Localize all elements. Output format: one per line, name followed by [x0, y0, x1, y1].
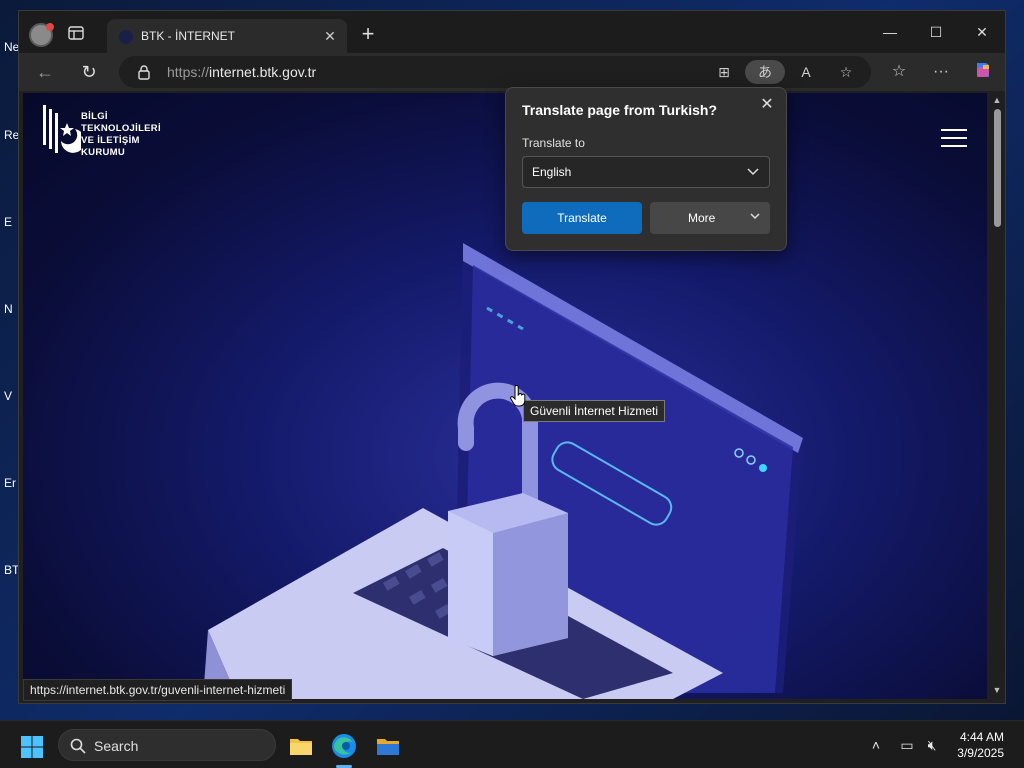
minimize-button[interactable]: —: [867, 17, 913, 47]
hand-cursor-icon: [510, 385, 526, 407]
favorite-star-icon[interactable]: ☆: [833, 60, 859, 84]
clock-date: 3/9/2025: [957, 746, 1004, 760]
folder-app-icon[interactable]: [371, 729, 405, 763]
hamburger-menu-icon[interactable]: [941, 129, 967, 149]
volume-muted-icon[interactable]: 🔇︎: [922, 735, 942, 755]
url-host: internet.btk.gov.tr: [209, 64, 317, 80]
taskbar: Search ˄ ▭ 🔇︎ 4:44 AM 3/9/2025: [0, 720, 1024, 768]
popup-close-icon[interactable]: ✕: [758, 96, 776, 114]
file-explorer-icon[interactable]: [284, 729, 318, 763]
taskbar-search[interactable]: Search: [58, 729, 276, 761]
more-menu-icon[interactable]: ···: [927, 59, 955, 85]
browser-window: BTK - İNTERNET ✕ + — ☐ ✕ ← ↻ https://int…: [18, 10, 1006, 704]
back-button[interactable]: ←: [31, 59, 59, 85]
read-aloud-icon[interactable]: A: [793, 60, 819, 84]
logo-line: VE İLETİŞİM: [81, 135, 140, 146]
logo-line: KURUMU: [81, 147, 126, 158]
selected-language: English: [532, 165, 572, 179]
language-select[interactable]: English: [522, 156, 770, 188]
maximize-button[interactable]: ☐: [913, 17, 959, 47]
edge-browser-icon[interactable]: [327, 729, 361, 763]
btk-emblem-icon: [43, 105, 85, 153]
browser-toolbar: ← ↻ https://internet.btk.gov.tr ⊞ あ A ☆ …: [19, 53, 1005, 91]
scroll-down-arrow-icon[interactable]: ▼: [992, 685, 1002, 695]
url-text[interactable]: https://internet.btk.gov.tr: [167, 64, 316, 80]
btk-logo[interactable]: BİLGİ TEKNOLOJİLERİ VE İLETİŞİM KURUMU: [41, 101, 171, 167]
page-scrollbar[interactable]: ▲ ▼: [989, 93, 1005, 699]
logo-line: BİLGİ: [81, 111, 108, 122]
translate-popup: Translate page from Turkish? ✕ Translate…: [505, 87, 787, 251]
chevron-down-icon: [747, 168, 759, 176]
clock-time: 4:44 AM: [959, 730, 1004, 744]
copilot-icon[interactable]: [969, 59, 997, 85]
translate-icon[interactable]: あ: [745, 60, 785, 84]
more-button-label: More: [688, 211, 716, 225]
windows-start-icon[interactable]: [20, 735, 44, 759]
refresh-button[interactable]: ↻: [75, 59, 103, 85]
search-icon: [70, 738, 86, 754]
popup-title: Translate page from Turkish?: [522, 102, 718, 118]
system-clock[interactable]: 4:44 AM 3/9/2025: [957, 729, 1004, 761]
link-tooltip: Güvenli İnternet Hizmeti: [523, 400, 666, 422]
search-placeholder: Search: [94, 738, 139, 754]
tab-title: BTK - İNTERNET: [141, 29, 236, 43]
chevron-down-icon: [750, 213, 760, 220]
status-bar-url: https://internet.btk.gov.tr/guvenli-inte…: [23, 679, 293, 701]
close-window-button[interactable]: ✕: [959, 17, 1005, 47]
new-tab-button[interactable]: +: [355, 21, 381, 47]
translate-to-label: Translate to: [522, 136, 585, 150]
logo-line: TEKNOLOJİLERİ: [81, 123, 161, 134]
logo-text: BİLGİ TEKNOLOJİLERİ VE İLETİŞİM KURUMU: [81, 111, 161, 159]
notification-dot: [46, 23, 54, 31]
tab-actions-icon[interactable]: [67, 24, 89, 44]
desktop-icon-labels: Ne Re E N V Er BT: [0, 0, 19, 720]
scrollbar-thumb[interactable]: [994, 109, 1001, 227]
network-icon[interactable]: ▭: [897, 735, 917, 755]
scroll-up-arrow-icon[interactable]: ▲: [992, 95, 1002, 105]
translate-button[interactable]: Translate: [522, 202, 642, 234]
address-bar[interactable]: https://internet.btk.gov.tr ⊞ あ A ☆: [119, 56, 871, 88]
url-scheme: https://: [167, 64, 210, 80]
favicon-icon: [119, 30, 133, 44]
app-available-icon[interactable]: ⊞: [711, 60, 737, 84]
favorites-icon[interactable]: ☆: [885, 59, 913, 85]
show-hidden-icons-icon[interactable]: ˄: [866, 735, 886, 755]
tab-bar: BTK - İNTERNET ✕ + — ☐ ✕: [19, 11, 1005, 53]
tab-close-icon[interactable]: ✕: [321, 27, 339, 45]
more-button[interactable]: More: [650, 202, 770, 234]
lock-icon[interactable]: [137, 64, 151, 80]
browser-tab[interactable]: BTK - İNTERNET ✕: [107, 19, 347, 53]
